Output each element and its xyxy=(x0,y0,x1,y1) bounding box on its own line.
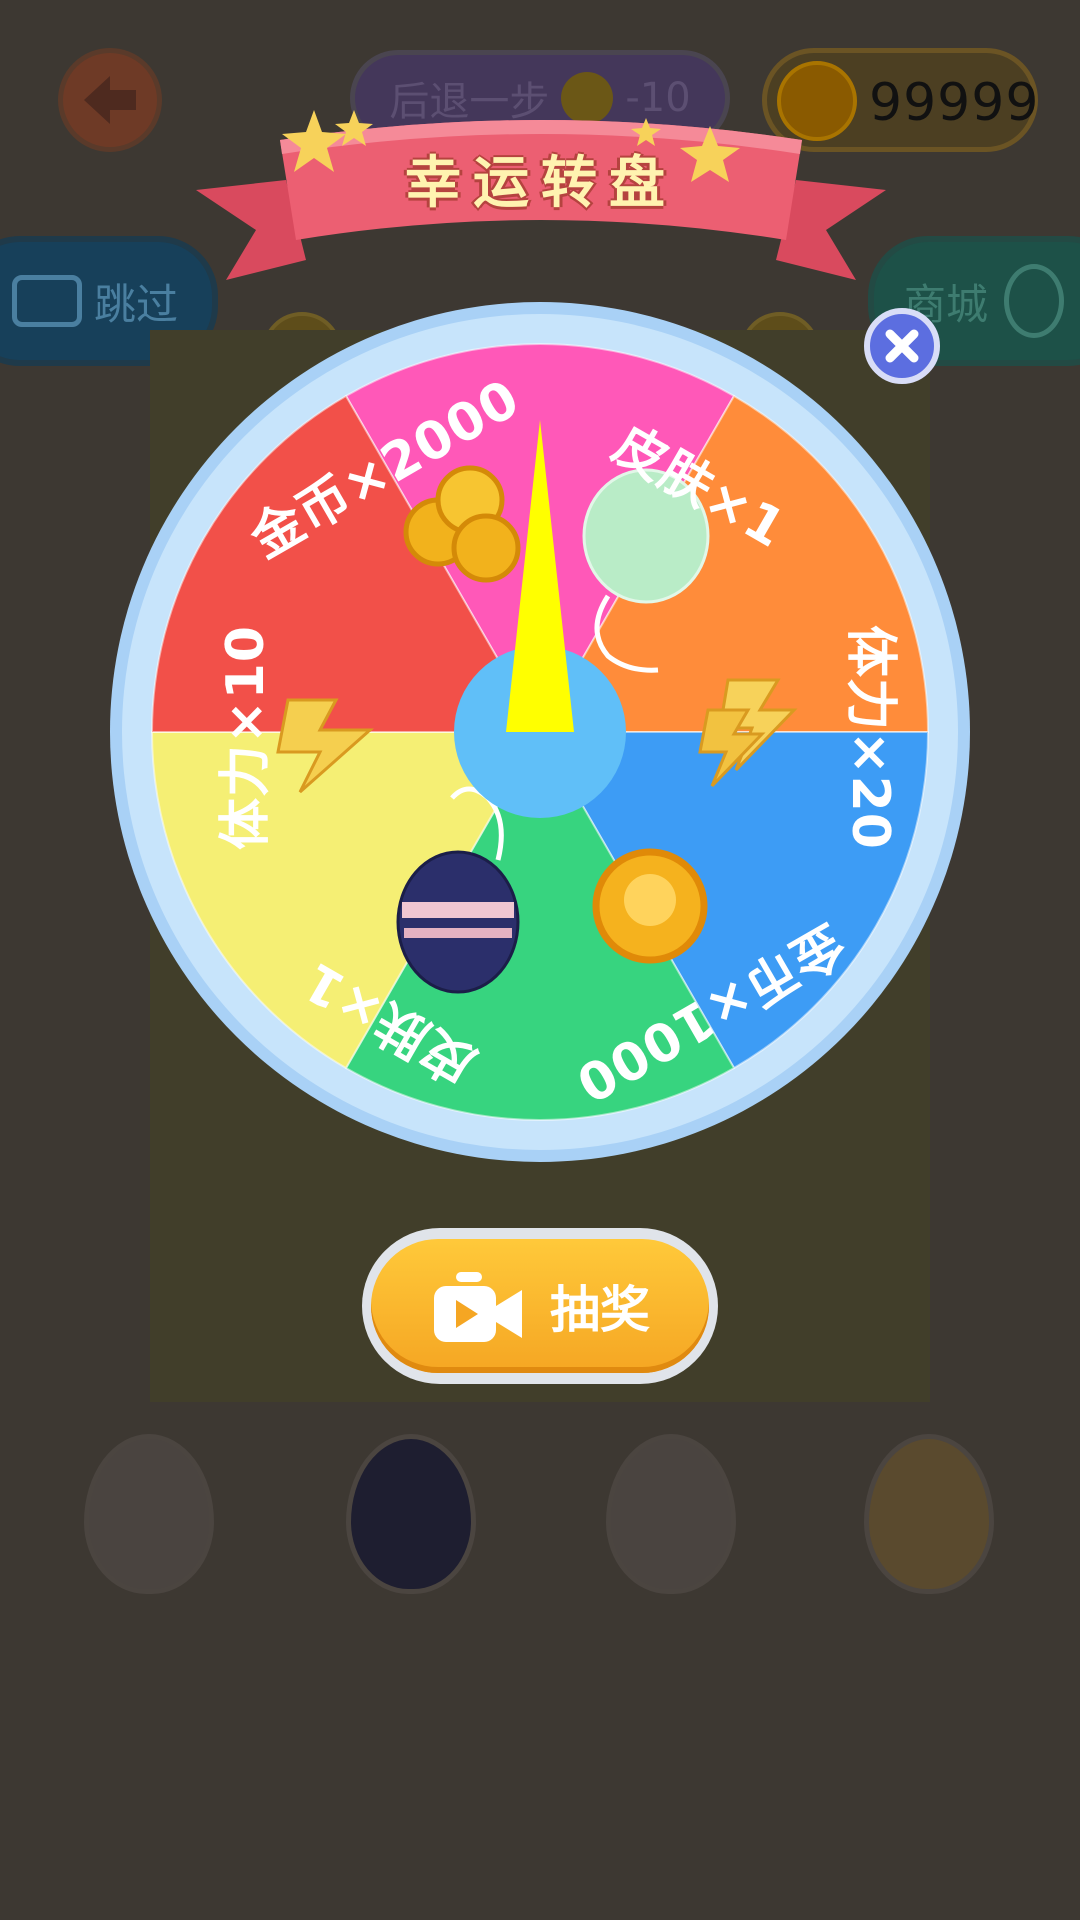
back-arrow-icon xyxy=(84,76,136,124)
draw-button[interactable]: 抽奖 xyxy=(362,1228,718,1384)
popup-title: 幸运转盘 xyxy=(405,151,677,216)
skin-balloon-red-confetti[interactable] xyxy=(84,1434,214,1594)
lucky-wheel: 金币×2000 皮肤×1 体力×20 金币×1000 皮肤×1 体力×10 xyxy=(108,300,972,1164)
patterned-balloon-icon xyxy=(396,850,520,994)
balloon-icon xyxy=(1004,264,1065,338)
back-button[interactable] xyxy=(58,48,162,152)
draw-label: 抽奖 xyxy=(550,1281,650,1339)
video-icon xyxy=(11,275,82,327)
coin-count: 99999 xyxy=(869,73,1040,133)
title-banner: 幸运转盘 xyxy=(196,110,886,300)
skin-balloon-giraffe[interactable] xyxy=(864,1434,994,1594)
coin-balloon-emblem xyxy=(624,874,676,926)
segment-label-stamina-20: 体力×20 xyxy=(839,625,900,850)
skin-balloon-hearts[interactable] xyxy=(606,1434,736,1594)
coins-icon xyxy=(451,513,521,583)
skin-balloon-stars[interactable] xyxy=(346,1434,476,1594)
draw-button-face: 抽奖 xyxy=(371,1239,709,1373)
balloon-lace-band xyxy=(404,928,512,938)
segment-label-stamina-10: 体力×10 xyxy=(215,625,276,850)
balloon-lace-band xyxy=(402,902,514,918)
video-camera-icon xyxy=(434,1272,522,1342)
